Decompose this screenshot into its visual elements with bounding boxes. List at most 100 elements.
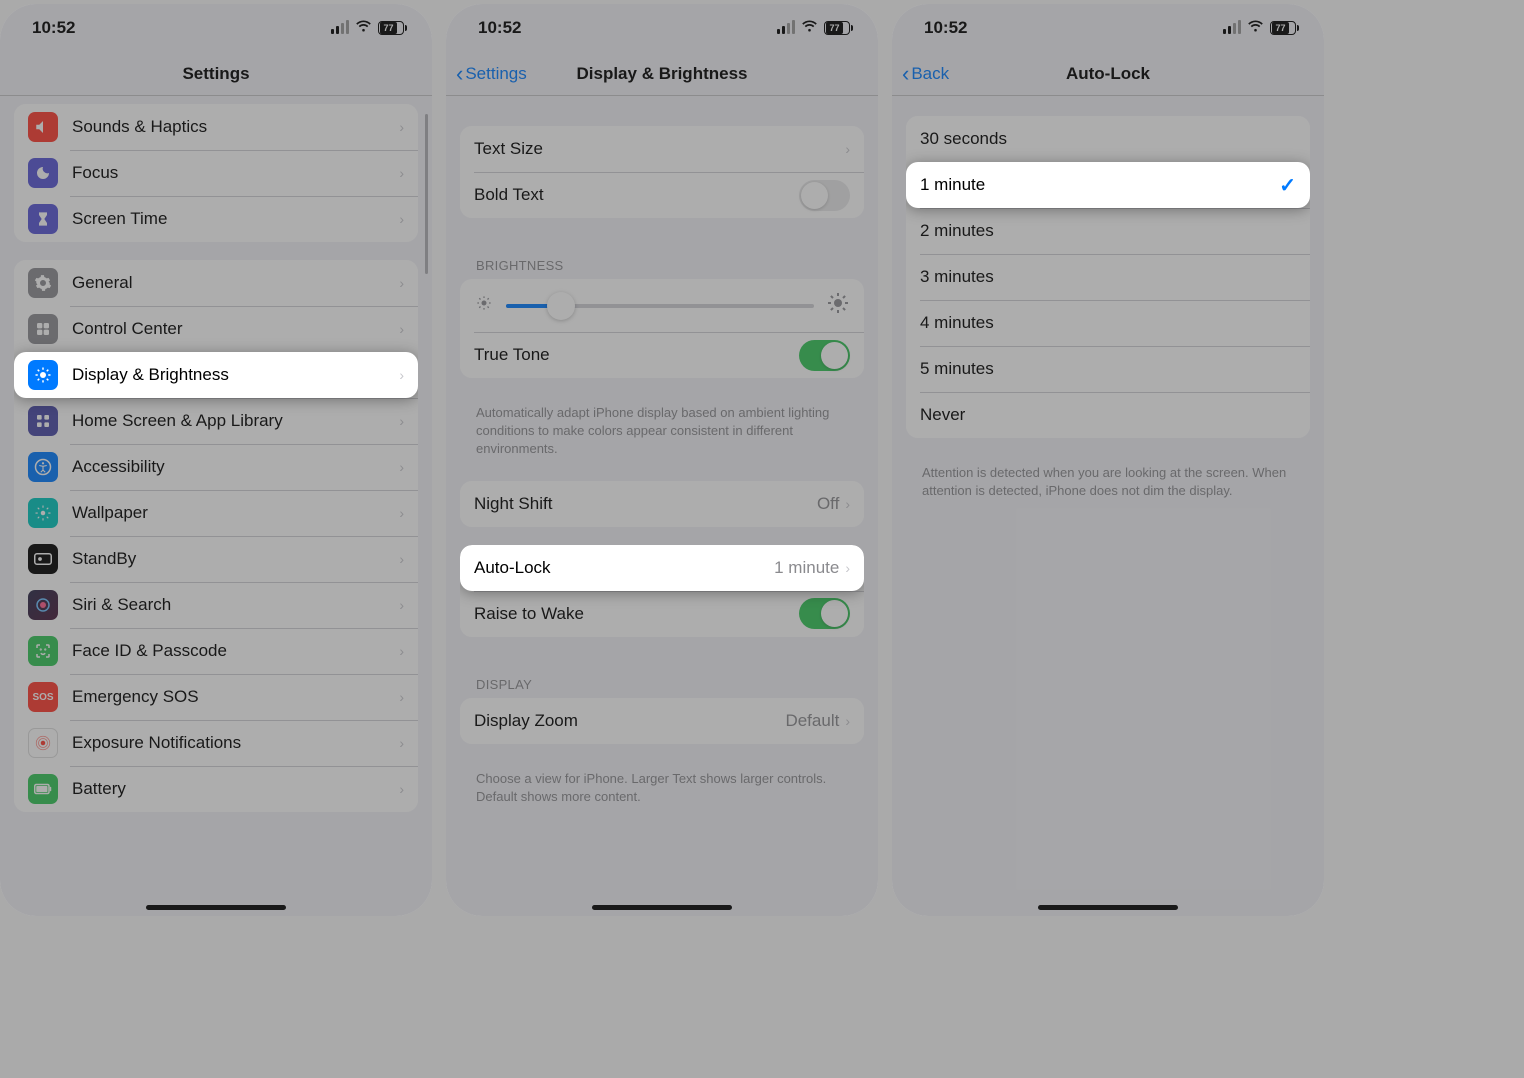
slider-thumb[interactable] [547,292,575,320]
row-label: Text Size [474,139,845,159]
row-label: Accessibility [72,457,399,477]
settings-row-faceid[interactable]: Face ID & Passcode › [14,628,418,674]
nav-bar: Settings [0,52,432,96]
row-label: Control Center [72,319,399,339]
nav-bar: ‹ Back Auto-Lock [892,52,1324,96]
brightness-slider-row [460,279,864,332]
settings-row-focus[interactable]: Focus › [14,150,418,196]
auto-lock-list[interactable]: 30 seconds 1 minute ✓ 2 minutes 3 minute… [892,96,1324,916]
row-value: Default [785,711,839,731]
settings-row-general[interactable]: General › [14,260,418,306]
chevron-left-icon: ‹ [902,63,909,85]
battery-row-icon [28,774,58,804]
chevron-left-icon: ‹ [456,63,463,85]
auto-lock-footer: Attention is detected when you are looki… [892,456,1324,504]
display-zoom-row[interactable]: Display Zoom Default › [460,698,864,744]
settings-row-display-brightness[interactable]: Display & Brightness › [14,352,418,398]
control-center-icon [28,314,58,344]
bold-text-toggle[interactable] [799,180,850,211]
true-tone-toggle[interactable] [799,340,850,371]
option-label: 4 minutes [920,313,1296,333]
auto-lock-option[interactable]: 2 minutes [906,208,1310,254]
chevron-right-icon: › [399,551,404,567]
raise-to-wake-toggle[interactable] [799,598,850,629]
brightness-header: BRIGHTNESS [446,236,878,279]
screentime-icon [28,204,58,234]
settings-row-battery[interactable]: Battery › [14,766,418,812]
status-time: 10:52 [478,18,521,38]
option-label: 5 minutes [920,359,1296,379]
row-label: Screen Time [72,209,399,229]
settings-row-sos[interactable]: SOS Emergency SOS › [14,674,418,720]
row-label: Raise to Wake [474,604,799,624]
chevron-right-icon: › [399,119,404,135]
sun-small-icon [474,293,494,318]
auto-lock-screen: 10:52 77 ‹ Back Auto-Lock 30 seconds 1 m… [892,4,1324,916]
settings-row-accessibility[interactable]: Accessibility › [14,444,418,490]
wifi-icon [1247,18,1264,38]
night-shift-row[interactable]: Night Shift Off › [460,481,864,527]
chevron-right-icon: › [845,713,850,729]
chevron-right-icon: › [399,735,404,751]
row-value: 1 minute [774,558,839,578]
status-right: 77 [777,18,850,38]
back-label: Back [911,64,949,84]
brightness-slider[interactable] [506,304,814,308]
raise-to-wake-row[interactable]: Raise to Wake [460,591,864,637]
sos-icon: SOS [28,682,58,712]
battery-icon: 77 [1270,21,1296,35]
settings-row-siri[interactable]: Siri & Search › [14,582,418,628]
standby-icon [28,544,58,574]
auto-lock-option[interactable]: 4 minutes [906,300,1310,346]
settings-row-exposure[interactable]: Exposure Notifications › [14,720,418,766]
back-button[interactable]: ‹ Back [902,52,949,95]
settings-list[interactable]: Sounds & Haptics › Focus › Screen Time › [0,96,432,916]
status-right: 77 [1223,18,1296,38]
settings-row-control-center[interactable]: Control Center › [14,306,418,352]
auto-lock-option[interactable]: Never [906,392,1310,438]
home-indicator[interactable] [592,905,732,910]
row-label: Wallpaper [72,503,399,523]
auto-lock-option[interactable]: 5 minutes [906,346,1310,392]
home-indicator[interactable] [1038,905,1178,910]
chevron-right-icon: › [399,321,404,337]
settings-row-wallpaper[interactable]: Wallpaper › [14,490,418,536]
display-settings-list[interactable]: Text Size › Bold Text BRIGHTNESS [446,96,878,916]
accessibility-icon [28,452,58,482]
auto-lock-option-selected[interactable]: 1 minute ✓ [906,162,1310,208]
settings-row-home-screen[interactable]: Home Screen & App Library › [14,398,418,444]
row-value: Off [817,494,839,514]
row-label: Display Zoom [474,711,785,731]
back-button[interactable]: ‹ Settings [456,52,527,95]
status-bar: 10:52 77 [0,4,432,52]
back-label: Settings [465,64,526,84]
settings-row-screentime[interactable]: Screen Time › [14,196,418,242]
display-brightness-screen: 10:52 77 ‹ Settings Display & Brightness… [446,4,878,916]
settings-row-sounds[interactable]: Sounds & Haptics › [14,104,418,150]
checkmark-icon: ✓ [1279,173,1296,198]
display-brightness-icon [28,360,58,390]
home-indicator[interactable] [146,905,286,910]
row-label: Battery [72,779,399,799]
settings-row-standby[interactable]: StandBy › [14,536,418,582]
chevron-right-icon: › [399,413,404,429]
true-tone-row[interactable]: True Tone [460,332,864,378]
bold-text-row[interactable]: Bold Text [460,172,864,218]
option-label: Never [920,405,1296,425]
status-bar: 10:52 77 [446,4,878,52]
signal-icon [331,22,349,34]
chevron-right-icon: › [399,505,404,521]
chevron-right-icon: › [399,597,404,613]
chevron-right-icon: › [399,211,404,227]
battery-icon: 77 [824,21,850,35]
chevron-right-icon: › [399,689,404,705]
auto-lock-option[interactable]: 3 minutes [906,254,1310,300]
text-size-row[interactable]: Text Size › [460,126,864,172]
row-label: General [72,273,399,293]
home-screen-icon [28,406,58,436]
chevron-right-icon: › [845,496,850,512]
option-label: 30 seconds [920,129,1296,149]
auto-lock-option[interactable]: 30 seconds [906,116,1310,162]
row-label: Siri & Search [72,595,399,615]
auto-lock-row[interactable]: Auto-Lock 1 minute › [460,545,864,591]
